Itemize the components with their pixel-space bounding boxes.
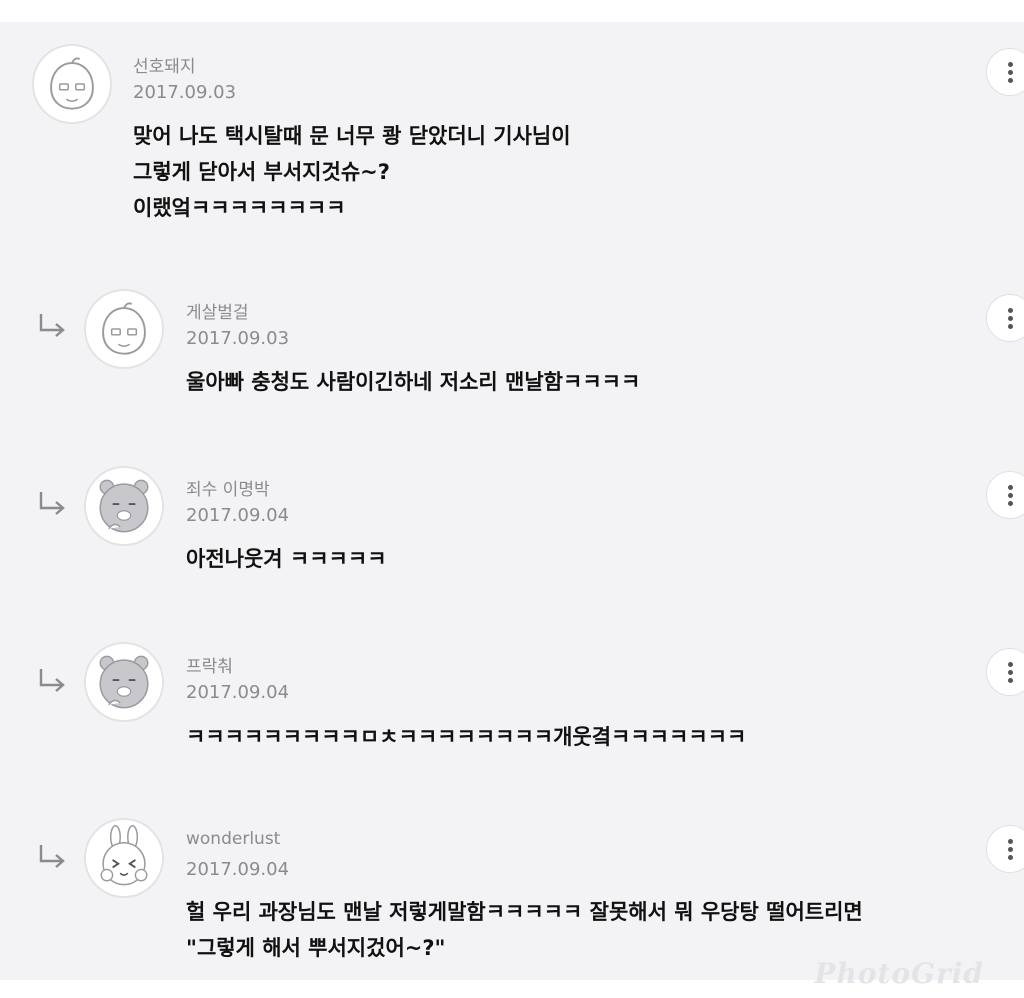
comment-username[interactable]: 게살벌걸 bbox=[186, 298, 249, 323]
comment-date: 2017.09.04 bbox=[186, 682, 290, 703]
comment-date: 2017.09.04 bbox=[186, 505, 290, 526]
comment-body-line: 아전나웃겨 ㅋㅋㅋㅋㅋ bbox=[186, 547, 387, 571]
comment-body-line: 울아빠 충청도 사람이긴하네 저소리 맨날함ㅋㅋㅋㅋ bbox=[186, 370, 641, 394]
comment-date: 2017.09.03 bbox=[133, 82, 237, 103]
comment-username[interactable]: 죄수 이명박 bbox=[186, 475, 270, 500]
reply-arrow-icon bbox=[39, 492, 65, 515]
reply-arrow-icon bbox=[39, 669, 65, 692]
more-options-button[interactable] bbox=[986, 471, 1024, 519]
comment-username[interactable]: 프락춰 bbox=[186, 652, 233, 677]
avatar-apeach-icon[interactable] bbox=[32, 44, 112, 124]
comment-body-line: 이랬엌ㅋㅋㅋㅋㅋㅋㅋㅋ bbox=[133, 196, 346, 220]
comment-body-line: 맞어 나도 택시탈때 문 너무 쾅 닫았더니 기사님이 bbox=[133, 124, 571, 148]
avatar-muzi-icon[interactable] bbox=[84, 818, 164, 898]
more-options-button[interactable] bbox=[986, 648, 1024, 696]
comment-body: 헐 우리 과장님도 맨날 저렇게말함ㅋㅋㅋㅋㅋ 잘못해서 뭐 우당탕 떨어트리면… bbox=[186, 894, 863, 966]
more-options-button[interactable] bbox=[986, 294, 1024, 342]
comment-username[interactable]: wonderlust bbox=[186, 829, 280, 849]
comment-username[interactable]: 선호돼지 bbox=[133, 52, 196, 77]
avatar-ryan-icon[interactable] bbox=[84, 642, 164, 722]
comment-body: 아전나웃겨 ㅋㅋㅋㅋㅋ bbox=[186, 541, 387, 577]
comment-body-line: 헐 우리 과장님도 맨날 저렇게말함ㅋㅋㅋㅋㅋ 잘못해서 뭐 우당탕 떨어트리면 bbox=[186, 900, 863, 924]
reply-arrow-icon bbox=[39, 845, 65, 868]
avatar-apeach-icon[interactable] bbox=[84, 289, 164, 369]
comment-body-line: 그렇게 닫아서 부서지것슈~? bbox=[133, 160, 390, 184]
comment-body: 맞어 나도 택시탈때 문 너무 쾅 닫았더니 기사님이 그렇게 닫아서 부서지것… bbox=[133, 118, 571, 226]
more-options-button[interactable] bbox=[986, 48, 1024, 96]
watermark-logo: PhotoGrid bbox=[814, 957, 984, 990]
comment-body-line: ㅋㅋㅋㅋㅋㅋㅋㅋㅋㅁㅊㅋㅋㅋㅋㅋㅋㅋㅋ개웃곀ㅋㅋㅋㅋㅋㅋㅋ bbox=[186, 725, 747, 749]
avatar-ryan-icon[interactable] bbox=[84, 466, 164, 546]
comment-body: ㅋㅋㅋㅋㅋㅋㅋㅋㅋㅁㅊㅋㅋㅋㅋㅋㅋㅋㅋ개웃곀ㅋㅋㅋㅋㅋㅋㅋ bbox=[186, 719, 746, 755]
comment-list: 선호돼지 2017.09.03 맞어 나도 택시탈때 문 너무 쾅 닫았더니 기… bbox=[0, 22, 1024, 980]
more-options-button[interactable] bbox=[986, 825, 1024, 873]
comment-body-line: "그렇게 해서 뿌서지겄어~?" bbox=[186, 936, 446, 960]
reply-arrow-icon bbox=[39, 314, 65, 337]
comment-body: 울아빠 충청도 사람이긴하네 저소리 맨날함ㅋㅋㅋㅋ bbox=[186, 364, 640, 400]
comment-date: 2017.09.03 bbox=[186, 328, 290, 349]
comment-date: 2017.09.04 bbox=[186, 859, 290, 880]
